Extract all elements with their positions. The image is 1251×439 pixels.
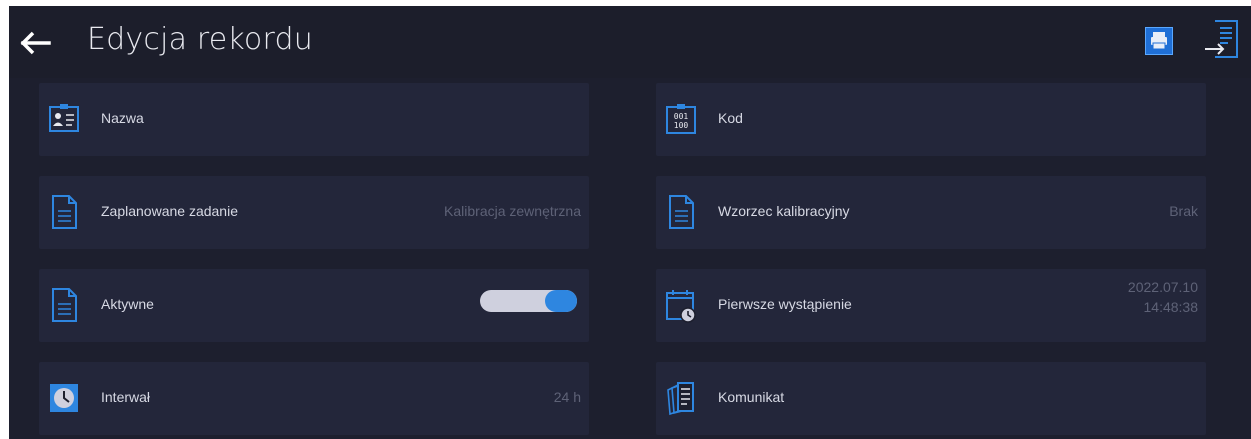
printer-icon[interactable] (1145, 27, 1173, 55)
zadanie-value: Kalibracja zewnętrzna (444, 203, 581, 219)
aktywne-toggle[interactable] (480, 290, 577, 312)
binary-code-icon: 001 100 (666, 104, 696, 134)
interwal-value: 24 h (553, 389, 581, 405)
pierwsze-datetime: 2022.07.10 14:48:38 (1128, 277, 1198, 317)
toggle-knob (545, 290, 577, 312)
kod-label: Kod (718, 110, 743, 126)
message-documents-icon (667, 382, 694, 416)
tile-aktywne[interactable]: Aktywne (39, 269, 589, 342)
svg-text:001: 001 (674, 112, 689, 121)
tile-nazwa[interactable]: Nazwa (39, 83, 589, 156)
interwal-label: Interwał (101, 389, 151, 405)
tile-wzorzec-kalibracyjny[interactable]: Wzorzec kalibracyjny Brak (656, 176, 1206, 249)
page-title: Edycja rekordu (87, 22, 313, 57)
tile-pierwsze-wystapienie[interactable]: Pierwsze wystąpienie 2022.07.10 14:48:38 (656, 269, 1206, 342)
clock-icon (50, 384, 78, 412)
tile-kod[interactable]: 001 100 Kod (656, 83, 1206, 156)
document-icon (669, 195, 694, 229)
nazwa-label: Nazwa (101, 110, 144, 126)
arrow-left-icon[interactable] (19, 28, 53, 58)
wzorzec-label: Wzorzec kalibracyjny (718, 203, 850, 219)
wzorzec-value: Brak (1169, 203, 1198, 219)
id-card-icon (49, 104, 79, 132)
pierwsze-date: 2022.07.10 (1127, 279, 1198, 295)
tile-komunikat[interactable]: Komunikat (656, 362, 1206, 435)
zadanie-label: Zaplanowane zadanie (101, 203, 238, 219)
pierwsze-time: 14:48:38 (1143, 299, 1199, 315)
header-bar: Edycja rekordu (9, 6, 1251, 78)
komunikat-label: Komunikat (718, 389, 785, 405)
tile-zaplanowane-zadanie[interactable]: Zaplanowane zadanie Kalibracja zewnętrzn… (39, 176, 589, 249)
pierwsze-label: Pierwsze wystąpienie (718, 296, 852, 312)
document-icon (52, 288, 77, 322)
aktywne-label: Aktywne (101, 296, 154, 312)
calendar-clock-icon (666, 290, 696, 323)
tile-interwal[interactable]: Interwał 24 h (39, 362, 589, 435)
export-document-icon[interactable] (1203, 19, 1239, 59)
svg-text:100: 100 (674, 121, 689, 130)
document-icon (52, 195, 77, 229)
screen: Edycja rekordu Nazwa 001 100 Kod Zaplano… (9, 6, 1251, 439)
